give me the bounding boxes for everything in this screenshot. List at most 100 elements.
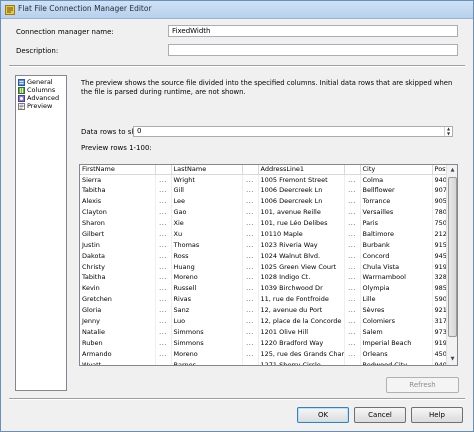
table-cell: Sharon [80,217,156,229]
column-header[interactable]: AddressLine1 [258,165,345,175]
table-row[interactable]: Tabitha... Moreno... 1028 Indigo Ct.... War… [80,272,447,283]
rows-to-skip-value: 0 [137,127,142,135]
table-cell: 12, place de la Concorde [258,315,345,327]
table-cell: 1024 Walnut Blvd. [258,250,345,262]
grid-header-row: FirstName LastName AddressLine1 City Pos… [80,165,447,175]
table-cell: 1039 Birchwood Dr [258,282,345,294]
column-header[interactable]: Post [432,165,447,175]
column-header[interactable] [344,165,361,175]
table-cell: 11, rue de Fontfroide [258,293,345,305]
table-cell: 590 [432,293,447,305]
table-row[interactable]: Tabitha... Gill... 1006 Deercreek Ln... Bel… [80,184,447,196]
table-row[interactable]: Alexis... Lee... 1006 Deercreek Ln... Torra… [80,195,447,207]
table-cell: Luo [171,315,243,327]
table-cell: Lille [360,293,433,305]
refresh-button[interactable]: Refresh [386,377,459,393]
table-cell: Simmons [171,326,243,338]
column-spacer-cell: ... [344,315,361,327]
table-cell: Clayton [80,206,156,218]
nav-item-advanced[interactable]: Advanced [18,94,64,102]
column-spacer-cell: ... [344,282,361,294]
column-header[interactable]: FirstName [80,165,156,175]
table-cell: 10110 Maple [258,228,345,240]
column-spacer-cell: ... [344,239,361,251]
column-spacer-cell: ... [155,250,172,262]
table-row[interactable]: Gilbert... Xu... 10110 Maple... Baltimore 21… [80,228,447,240]
grid-vertical-scrollbar[interactable]: ▲ ▼ [446,165,457,365]
column-header[interactable]: City [360,165,433,175]
table-cell: Ruben [80,337,156,349]
table-cell: Gloria [80,304,156,316]
table-row[interactable]: Christy... Huang... 1025 Green View Court.… [80,261,447,273]
table-cell: Moreno [171,348,243,360]
table-cell: 750 [432,217,447,229]
table-cell: Burbank [360,239,433,251]
table-cell: Colma [360,174,433,185]
table-row[interactable]: Sharon... Xie... 101, rue Léo Delibes... Pa… [80,217,447,229]
column-spacer-cell: ... [344,217,361,229]
scroll-down-icon[interactable]: ▼ [448,355,457,364]
column-spacer-cell: ... [344,228,361,240]
column-header[interactable]: LastName [171,165,243,175]
table-cell: Colomiers [360,315,433,327]
column-header[interactable] [242,165,259,175]
spinner-arrows[interactable]: ▲ ▼ [444,126,452,137]
nav-item-columns[interactable]: Columns [18,86,64,94]
table-row[interactable]: Gretchen... Rivas... 11, rue de Fontfroide… [80,293,447,305]
help-button[interactable]: Help [411,407,463,423]
table-row[interactable]: Sierra... Wright... 1005 Fremont Street...… [80,174,447,185]
title-bar[interactable]: Flat File Connection Manager Editor [1,1,473,19]
table-cell: Warrnambool [360,272,433,283]
table-row[interactable]: Jenny... Luo... 12, place de la Concorde..… [80,315,447,327]
table-cell: 101, rue Léo Delibes [258,217,345,229]
column-spacer-cell: ... [155,195,172,207]
table-cell: 915 [432,239,447,251]
table-cell: 1220 Bradford Way [258,337,345,349]
cancel-button[interactable]: Cancel [354,407,406,423]
column-header[interactable] [155,165,172,175]
table-row[interactable]: Ruben... Simmons... 1220 Bradford Way... Im… [80,337,447,349]
table-cell: Huang [171,261,243,273]
table-row[interactable]: Dakota... Ross... 1024 Walnut Blvd.... Conc… [80,250,447,262]
connection-name-input[interactable]: FixedWidth [168,25,458,37]
nav-item-general[interactable]: General [18,78,64,86]
ok-button[interactable]: OK [297,407,349,423]
scroll-up-icon[interactable]: ▲ [448,166,457,175]
table-cell: Simmons [171,337,243,349]
description-input[interactable] [168,44,458,56]
table-row[interactable]: Justin... Thomas... 1023 Riveria Way... Bur… [80,239,447,251]
table-cell: Gao [171,206,243,218]
column-spacer-cell: ... [344,293,361,305]
nav-item-preview[interactable]: Preview [18,102,64,110]
scroll-thumb[interactable] [448,177,457,337]
table-cell: Gill [171,184,243,196]
column-spacer-cell: ... [155,217,172,229]
table-row[interactable]: Gloria... Sanz... 12, avenue du Port... Sèv… [80,304,447,316]
preview-table: FirstName LastName AddressLine1 City Pos… [80,165,447,365]
table-cell: 12, avenue du Port [258,304,345,316]
table-cell: Justin [80,239,156,251]
column-spacer-cell: ... [242,261,259,273]
table-row[interactable]: Clayton... Gao... 101, avenue Reille... Ver… [80,206,447,218]
table-cell: Christy [80,261,156,273]
spin-down-icon[interactable]: ▼ [445,131,452,137]
table-cell: 1023 Riveria Way [258,239,345,251]
table-cell: Chula Vista [360,261,433,273]
table-row[interactable]: Armando... Moreno... 125, rue des Grands C… [80,348,447,360]
preview-grid[interactable]: FirstName LastName AddressLine1 City Pos… [79,164,458,366]
column-spacer-cell: ... [344,250,361,262]
table-cell: Dakota [80,250,156,262]
table-row[interactable]: Wyatt... Barnes... 1271 Sherry Circle... Re… [80,359,447,365]
table-cell: Xu [171,228,243,240]
table-cell: 905 [432,195,447,207]
column-spacer-cell: ... [242,326,259,338]
table-cell: 1201 Olive Hill [258,326,345,338]
table-cell: 125, rue des Grands Champs [258,348,345,360]
table-cell: Alexis [80,195,156,207]
table-cell: 780 [432,206,447,218]
table-cell: 450 [432,348,447,360]
table-cell: 317 [432,315,447,327]
table-row[interactable]: Kevin... Russell... 1039 Birchwood Dr... Ol… [80,282,447,294]
table-row[interactable]: Natalie... Simmons... 1201 Olive Hill... Sa… [80,326,447,338]
rows-to-skip-spinner[interactable]: 0 ▲ ▼ [133,126,453,137]
